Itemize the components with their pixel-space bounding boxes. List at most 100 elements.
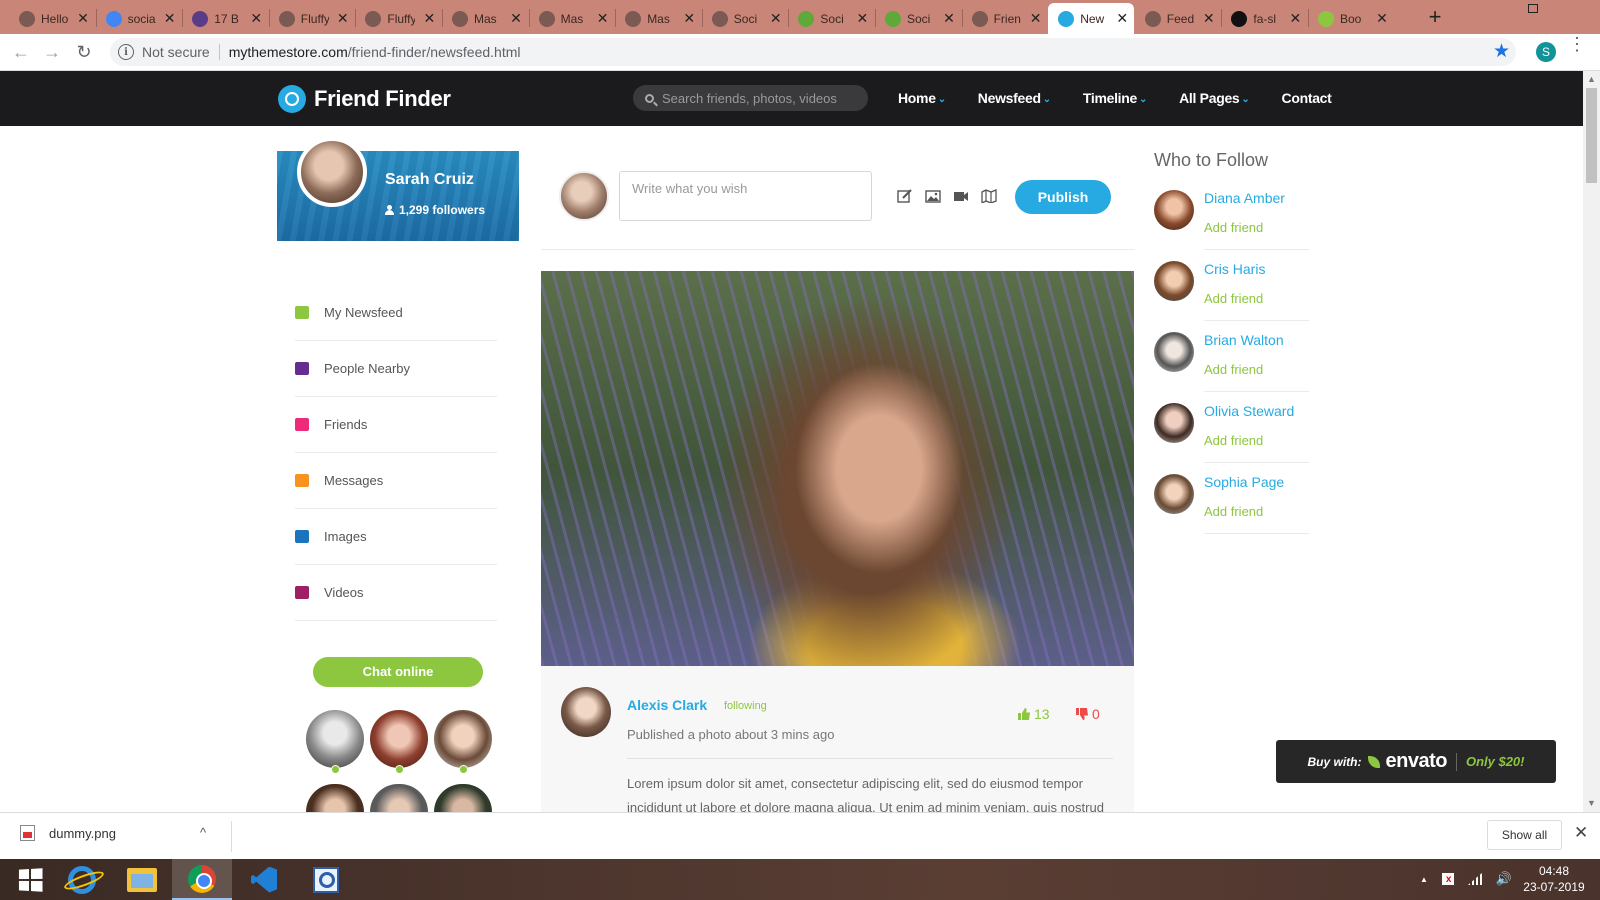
sidebar-item-images[interactable]: Images: [295, 509, 497, 565]
profile-avatar[interactable]: [297, 137, 367, 207]
tab-close-icon[interactable]: ✕: [1374, 10, 1390, 27]
address-bar[interactable]: i Not secure mythemestore.com/friend-fin…: [110, 38, 1516, 66]
follow-name-link[interactable]: Cris Haris: [1204, 261, 1265, 277]
sidebar-item-messages[interactable]: Messages: [295, 453, 497, 509]
bookmark-star-icon[interactable]: ★: [1493, 40, 1510, 63]
browser-tab[interactable]: Mas ✕: [529, 3, 615, 34]
video-camera-icon[interactable]: [953, 189, 969, 203]
download-item[interactable]: dummy.png: [20, 825, 116, 841]
browser-tab[interactable]: Soci ✕: [702, 3, 788, 34]
scroll-up-arrow-icon[interactable]: ▲: [1583, 71, 1600, 88]
follow-avatar[interactable]: [1154, 403, 1194, 443]
follow-name-link[interactable]: Diana Amber: [1204, 190, 1285, 206]
tab-close-icon[interactable]: ✕: [75, 10, 91, 27]
status-composer-input[interactable]: [619, 171, 872, 221]
tab-close-icon[interactable]: ✕: [1201, 10, 1217, 27]
chat-user-avatar[interactable]: [306, 784, 364, 812]
browser-tab[interactable]: Soci ✕: [788, 3, 874, 34]
show-all-downloads-button[interactable]: Show all: [1487, 820, 1562, 850]
sidebar-item-my-newsfeed[interactable]: My Newsfeed: [295, 285, 497, 341]
tab-close-icon[interactable]: ✕: [1028, 10, 1044, 27]
profile-card[interactable]: Sarah Cruiz 1,299 followers: [277, 137, 519, 241]
post-photo[interactable]: [541, 271, 1134, 666]
search-app-taskbar-button[interactable]: [296, 859, 356, 900]
scroll-down-arrow-icon[interactable]: ▼: [1583, 795, 1600, 812]
new-tab-button[interactable]: +: [1423, 5, 1447, 29]
internet-explorer-button[interactable]: [52, 859, 112, 900]
chat-online-button[interactable]: Chat online: [313, 657, 483, 687]
add-friend-link[interactable]: Add friend: [1204, 220, 1263, 235]
tab-close-icon[interactable]: ✕: [248, 10, 264, 27]
browser-tab[interactable]: Fluffy ✕: [269, 3, 355, 34]
browser-profile-avatar[interactable]: S: [1536, 42, 1556, 62]
browser-tab[interactable]: Boo ✕: [1308, 3, 1394, 34]
back-button[interactable]: ←: [10, 41, 32, 63]
tab-close-icon[interactable]: ✕: [681, 10, 697, 27]
profile-name[interactable]: Sarah Cruiz: [385, 171, 474, 189]
edit-icon[interactable]: [897, 189, 913, 203]
site-logo[interactable]: Friend Finder: [278, 85, 451, 113]
nav-home[interactable]: Home ⌄: [898, 90, 946, 106]
reload-button[interactable]: ↻: [73, 41, 95, 63]
follow-name-link[interactable]: Brian Walton: [1204, 332, 1284, 348]
browser-tab[interactable]: Fluffy ✕: [355, 3, 441, 34]
tab-close-icon[interactable]: ✕: [508, 10, 524, 27]
tab-close-icon[interactable]: ✕: [768, 10, 784, 27]
follow-name-link[interactable]: Olivia Steward: [1204, 403, 1294, 419]
browser-tab[interactable]: Mas ✕: [442, 3, 528, 34]
post-author-avatar[interactable]: [561, 687, 611, 737]
download-options-chevron-icon[interactable]: ^: [200, 825, 206, 840]
follow-avatar[interactable]: [1154, 474, 1194, 514]
window-restore-button[interactable]: [1528, 4, 1538, 13]
nav-timeline[interactable]: Timeline ⌄: [1083, 90, 1148, 106]
dislike-button[interactable]: 0: [1076, 706, 1100, 722]
image-icon[interactable]: [925, 189, 941, 203]
tab-close-icon[interactable]: ✕: [162, 10, 178, 27]
map-icon[interactable]: [981, 189, 997, 203]
tab-close-icon[interactable]: ✕: [335, 10, 351, 27]
tab-close-icon[interactable]: ✕: [595, 10, 611, 27]
browser-tab[interactable]: Feed ✕: [1135, 3, 1221, 34]
chat-user-avatar[interactable]: [370, 710, 428, 768]
site-info-icon[interactable]: i: [118, 44, 134, 60]
tab-close-icon[interactable]: ✕: [421, 10, 437, 27]
tab-close-icon[interactable]: ✕: [854, 10, 870, 27]
site-search-input[interactable]: [662, 90, 852, 106]
publish-button[interactable]: Publish: [1015, 180, 1111, 214]
sidebar-item-videos[interactable]: Videos: [295, 565, 497, 621]
site-search-box[interactable]: [633, 85, 868, 111]
following-badge[interactable]: following: [724, 700, 767, 712]
add-friend-link[interactable]: Add friend: [1204, 291, 1263, 306]
tab-close-icon[interactable]: ✕: [1287, 10, 1303, 27]
file-explorer-button[interactable]: [112, 859, 172, 900]
like-button[interactable]: 13: [1018, 706, 1050, 722]
follow-avatar[interactable]: [1154, 261, 1194, 301]
add-friend-link[interactable]: Add friend: [1204, 433, 1263, 448]
follow-avatar[interactable]: [1154, 190, 1194, 230]
browser-tab[interactable]: social ✕: [96, 3, 182, 34]
show-hidden-icons-icon[interactable]: ▲: [1420, 875, 1428, 884]
scrollbar-thumb[interactable]: [1586, 88, 1597, 183]
vscode-taskbar-button[interactable]: [234, 859, 294, 900]
chat-user-avatar[interactable]: [434, 710, 492, 768]
follow-avatar[interactable]: [1154, 332, 1194, 372]
chat-user-avatar[interactable]: [306, 710, 364, 768]
browser-tab[interactable]: fa-sl ✕: [1221, 3, 1307, 34]
forward-button[interactable]: →: [41, 41, 63, 63]
tab-close-icon[interactable]: ✕: [941, 10, 957, 27]
tab-close-icon[interactable]: ✕: [1114, 10, 1130, 27]
speaker-icon[interactable]: 🔊: [1496, 871, 1512, 887]
add-friend-link[interactable]: Add friend: [1204, 504, 1263, 519]
system-clock[interactable]: 04:48 23-07-2019: [1521, 863, 1587, 895]
network-signal-icon[interactable]: [1467, 873, 1482, 885]
nav-newsfeed[interactable]: Newsfeed ⌄: [978, 90, 1051, 106]
sidebar-item-friends[interactable]: Friends: [295, 397, 497, 453]
browser-tab[interactable]: Mas ✕: [615, 3, 701, 34]
nav-all-pages[interactable]: All Pages ⌄: [1179, 90, 1250, 106]
envato-buy-badge[interactable]: Buy with: envato Only $20!: [1276, 740, 1556, 783]
windows-start-button[interactable]: [0, 859, 60, 900]
close-download-bar-icon[interactable]: ✕: [1574, 823, 1588, 843]
browser-tab[interactable]: Frien ✕: [962, 3, 1048, 34]
add-friend-link[interactable]: Add friend: [1204, 362, 1263, 377]
nav-contact[interactable]: Contact: [1282, 90, 1332, 106]
